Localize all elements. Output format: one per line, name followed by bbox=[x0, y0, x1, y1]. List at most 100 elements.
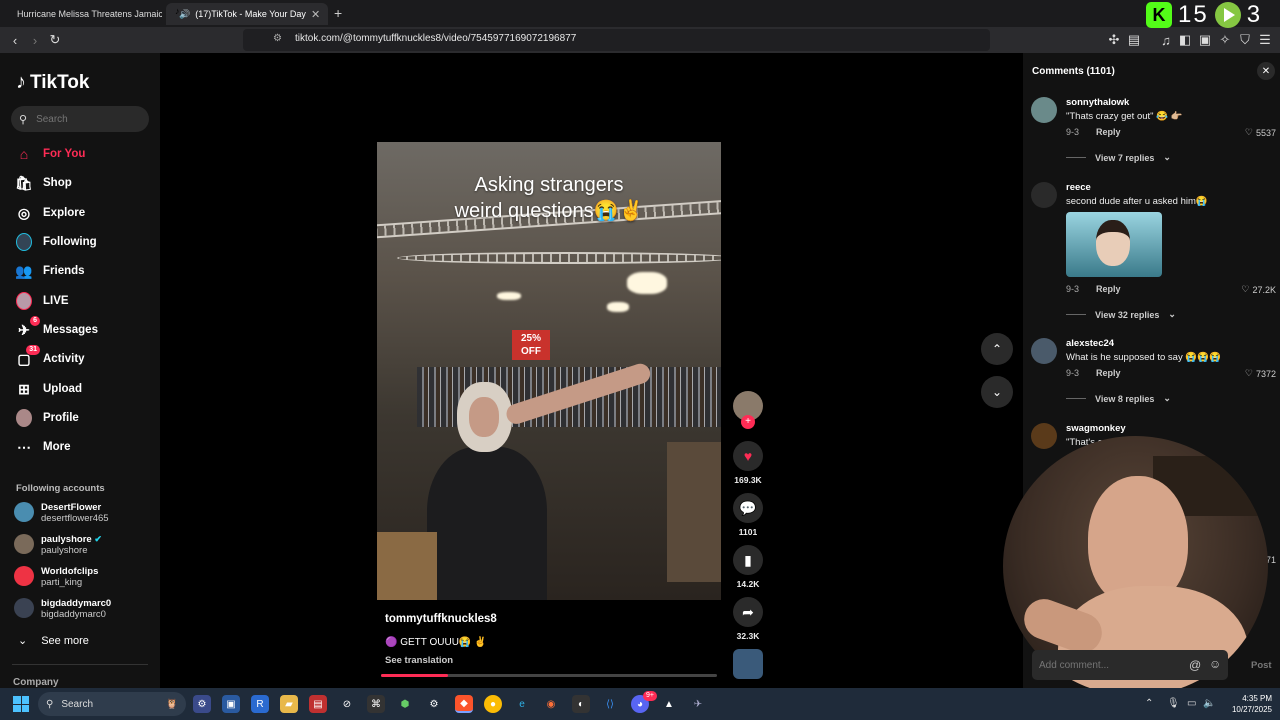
search-input[interactable] bbox=[36, 113, 137, 125]
microphone-icon[interactable]: 🎙 bbox=[1167, 698, 1180, 709]
comment-avatar[interactable] bbox=[1031, 423, 1057, 449]
nav-for-you[interactable]: ⌂ For You bbox=[16, 144, 86, 164]
app-icon-3[interactable]: R bbox=[251, 695, 269, 713]
view-replies-button[interactable]: View 8 replies ⌄ bbox=[1066, 393, 1171, 404]
nav-live[interactable]: LIVE bbox=[16, 291, 69, 311]
speaker-icon[interactable]: 🔊 bbox=[179, 9, 190, 20]
tab-tiktok[interactable]: 🔊 (17)TikTok - Make Your Day ✕ bbox=[166, 3, 328, 25]
comment-avatar[interactable] bbox=[1031, 182, 1057, 208]
system-clock[interactable]: 4:35 PM 10/27/2025 bbox=[1222, 693, 1272, 715]
reply-button[interactable]: Reply bbox=[1096, 284, 1121, 294]
video-progress-bar[interactable] bbox=[381, 674, 717, 677]
nav-profile[interactable]: Profile bbox=[16, 408, 79, 428]
comment-like-button[interactable]: ♡ 27.2K bbox=[1241, 284, 1276, 295]
reply-button[interactable]: Reply bbox=[1096, 127, 1121, 137]
tab-hurricane[interactable]: Hurricane Melissa Threatens Jamaica bbox=[4, 3, 162, 25]
forward-icon[interactable]: › bbox=[27, 32, 43, 48]
see-more-button[interactable]: ⌄ See more bbox=[18, 634, 89, 648]
obs-icon[interactable]: ◐ bbox=[572, 695, 590, 713]
mention-icon[interactable]: @ bbox=[1189, 658, 1201, 672]
comment-avatar[interactable] bbox=[1031, 338, 1057, 364]
leo-ai-icon[interactable]: ✧ bbox=[1217, 32, 1233, 48]
view-replies-button[interactable]: View 7 replies ⌄ bbox=[1066, 152, 1171, 163]
emoji-icon[interactable]: ☺ bbox=[1209, 657, 1221, 671]
post-button[interactable]: Post bbox=[1251, 660, 1272, 671]
music-icon[interactable]: ♫ bbox=[1158, 32, 1174, 48]
nav-upload[interactable]: ⊞ Upload bbox=[16, 379, 82, 399]
vscode-icon[interactable]: ⟨⟩ bbox=[601, 695, 619, 713]
search-box[interactable]: ⚲ bbox=[11, 106, 149, 132]
reply-button[interactable]: Reply bbox=[1096, 368, 1121, 378]
address-bar[interactable]: ⚙ tiktok.com/@tommytuffknuckles8/video/7… bbox=[243, 29, 990, 51]
nav-messages[interactable]: ✈ 6 Messages bbox=[16, 316, 98, 340]
video-player[interactable]: Asking strangers weird questions😭✌️ 25% … bbox=[377, 142, 721, 600]
network-icon[interactable]: ▭ bbox=[1187, 698, 1196, 709]
app-icon-17[interactable]: ▲ bbox=[660, 695, 678, 713]
nav-following[interactable]: Following bbox=[16, 232, 97, 252]
creator-avatar-button[interactable]: + bbox=[731, 391, 765, 429]
following-account[interactable]: bigdaddymarc0 bigdaddymarc0 bbox=[14, 598, 111, 620]
video-author[interactable]: tommytuffknuckles8 bbox=[385, 613, 497, 625]
volume-icon[interactable]: 🔈 bbox=[1203, 698, 1215, 709]
comment-user[interactable]: swagmonkey bbox=[1066, 423, 1126, 434]
sidebar-toggle-icon[interactable]: ◧ bbox=[1177, 32, 1193, 48]
vpn-icon[interactable]: ⛉ bbox=[1237, 32, 1253, 48]
share-button[interactable]: ➦ 32.3K bbox=[731, 597, 765, 641]
following-account[interactable]: Worldofclips parti_king bbox=[14, 566, 98, 588]
follow-plus-icon[interactable]: + bbox=[741, 415, 755, 429]
close-comments-button[interactable]: ✕ bbox=[1257, 62, 1275, 80]
steam-icon[interactable]: ✈ bbox=[689, 695, 707, 713]
reload-icon[interactable]: ↻ bbox=[47, 32, 63, 48]
app-icon-8[interactable]: ⬢ bbox=[396, 695, 414, 713]
reader-icon[interactable]: ▤ bbox=[1126, 32, 1142, 48]
comment-user[interactable]: alexstec24 bbox=[1066, 338, 1114, 349]
view-replies-button[interactable]: View 32 replies ⌄ bbox=[1066, 309, 1176, 320]
wallet-icon[interactable]: ▣ bbox=[1197, 32, 1213, 48]
like-button[interactable]: ♥ 169.3K bbox=[731, 441, 765, 485]
company-link[interactable]: Company bbox=[13, 677, 59, 688]
comment-like-button[interactable]: ♡ 7372 bbox=[1245, 368, 1276, 379]
site-info-icon[interactable]: ⚙ bbox=[273, 33, 282, 44]
back-icon[interactable]: ‹ bbox=[7, 32, 23, 48]
firefox-icon[interactable]: ◉ bbox=[542, 695, 560, 713]
nav-shop[interactable]: 🛍 Shop bbox=[15, 173, 72, 193]
nav-more[interactable]: ⋯ More bbox=[16, 437, 70, 457]
comment-button[interactable]: 💬 1101 bbox=[731, 493, 765, 537]
comment-avatar[interactable] bbox=[1031, 97, 1057, 123]
close-tab-icon[interactable]: ✕ bbox=[311, 8, 320, 21]
chrome-icon[interactable]: ● bbox=[484, 695, 502, 713]
previous-video-button[interactable]: ⌃ bbox=[981, 333, 1013, 365]
see-translation-link[interactable]: See translation bbox=[385, 655, 453, 666]
url-text[interactable]: tiktok.com/@tommytuffknuckles8/video/754… bbox=[295, 33, 576, 44]
app-icon-5[interactable]: ▤ bbox=[309, 695, 327, 713]
nav-activity[interactable]: ▢ 31 Activity bbox=[16, 345, 85, 369]
following-account[interactable]: paulyshore ✔ paulyshore bbox=[14, 534, 102, 556]
comment-user[interactable]: reece bbox=[1066, 182, 1091, 193]
following-account[interactable]: DesertFlower desertflower465 bbox=[14, 502, 109, 524]
menu-icon[interactable]: ☰ bbox=[1257, 32, 1273, 48]
app-icon-7[interactable]: ⌘ bbox=[367, 695, 385, 713]
taskbar-search[interactable]: ⚲ Search 🦉 bbox=[38, 692, 186, 716]
next-video-button[interactable]: ⌄ bbox=[981, 376, 1013, 408]
nav-label: Activity bbox=[43, 353, 85, 365]
brave-browser-icon[interactable]: ◆ bbox=[455, 695, 473, 713]
save-button[interactable]: ▮ 14.2K bbox=[731, 545, 765, 589]
new-tab-button[interactable]: + bbox=[334, 5, 342, 21]
nav-friends[interactable]: 👥 Friends bbox=[15, 261, 84, 281]
app-icon-2[interactable]: ▣ bbox=[222, 695, 240, 713]
comment-like-button[interactable]: ♡ 5537 bbox=[1245, 127, 1276, 138]
app-icon-6[interactable]: ⊘ bbox=[338, 695, 356, 713]
nav-explore[interactable]: ◎ Explore bbox=[16, 203, 85, 223]
comment-user[interactable]: sonnythalowk bbox=[1066, 97, 1129, 108]
music-disc-button[interactable] bbox=[731, 649, 765, 679]
comment-image[interactable] bbox=[1066, 212, 1162, 277]
file-explorer-icon[interactable]: ▰ bbox=[280, 695, 298, 713]
windows-start-icon[interactable] bbox=[13, 696, 29, 712]
app-icon-1[interactable]: ⚙ bbox=[193, 695, 211, 713]
extensions-icon[interactable]: ✣ bbox=[1106, 32, 1122, 48]
discord-icon[interactable]: ◕ 9+ bbox=[631, 691, 657, 713]
tray-overflow-icon[interactable]: ⌃ bbox=[1145, 698, 1153, 709]
app-icon-9[interactable]: ⚙ bbox=[425, 695, 443, 713]
tiktok-logo[interactable]: ♪ TikTok bbox=[16, 71, 89, 94]
edge-icon[interactable]: e bbox=[513, 695, 531, 713]
